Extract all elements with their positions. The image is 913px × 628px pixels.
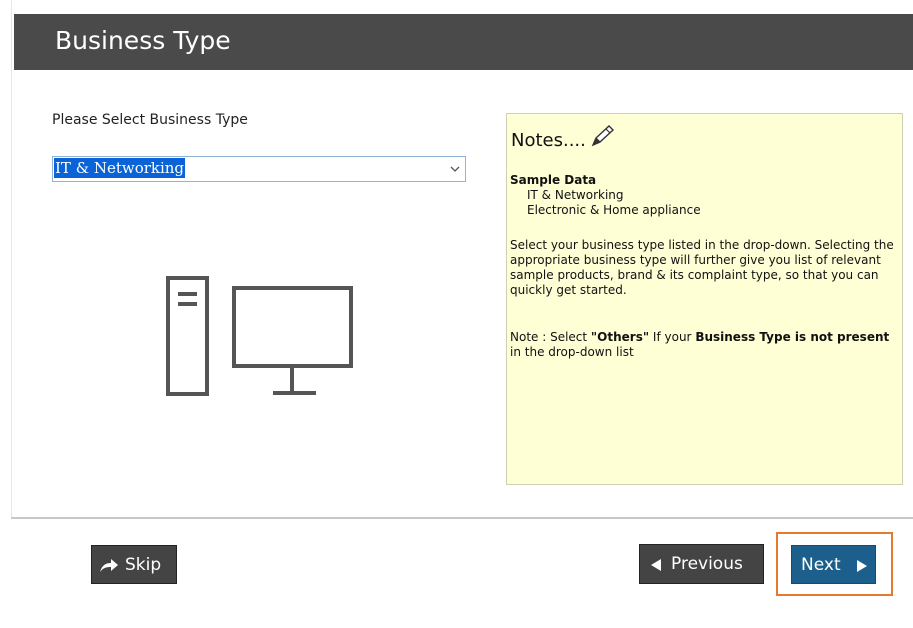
previous-label: Previous bbox=[671, 554, 743, 574]
next-label: Next bbox=[801, 555, 841, 575]
skip-label: Skip bbox=[125, 555, 162, 575]
chevron-down-icon[interactable] bbox=[449, 159, 461, 179]
page-title: Business Type bbox=[55, 26, 231, 55]
business-type-dialog: Business Type Please Select Business Typ… bbox=[0, 0, 913, 628]
business-type-emphasis: Business Type is not present bbox=[695, 330, 890, 344]
sample-item: IT & Networking bbox=[527, 188, 624, 202]
business-type-label: Please Select Business Type bbox=[52, 112, 248, 128]
selected-business-type[interactable]: IT & Networking bbox=[54, 158, 186, 178]
triangle-right-icon bbox=[857, 560, 867, 572]
next-button[interactable]: Next bbox=[791, 545, 876, 584]
notes-description: Select your business type listed in the … bbox=[510, 238, 894, 297]
business-type-select[interactable]: IT & Networking bbox=[52, 156, 466, 182]
hint-text: in the drop-down list bbox=[510, 345, 634, 359]
left-border bbox=[11, 0, 12, 518]
sample-data-heading: Sample Data bbox=[510, 173, 597, 187]
triangle-left-icon bbox=[651, 559, 661, 571]
skip-button[interactable]: Skip bbox=[91, 545, 177, 584]
pencil-icon bbox=[591, 125, 615, 147]
computer-icon bbox=[166, 276, 353, 396]
hint-text: Note : Select bbox=[510, 330, 591, 344]
notes-others-hint: Note : Select "Others" If your Business … bbox=[510, 330, 900, 360]
share-arrow-icon bbox=[100, 559, 118, 572]
notes-panel: Notes.... Sample Data IT & Networking El… bbox=[506, 113, 903, 485]
header-bar: Business Type bbox=[14, 14, 913, 70]
previous-button[interactable]: Previous bbox=[639, 544, 764, 584]
notes-title: Notes.... bbox=[511, 130, 586, 151]
footer-divider bbox=[11, 517, 913, 519]
others-keyword: "Others" bbox=[590, 330, 650, 344]
hint-text: If your bbox=[649, 330, 696, 344]
sample-item: Electronic & Home appliance bbox=[527, 203, 701, 217]
